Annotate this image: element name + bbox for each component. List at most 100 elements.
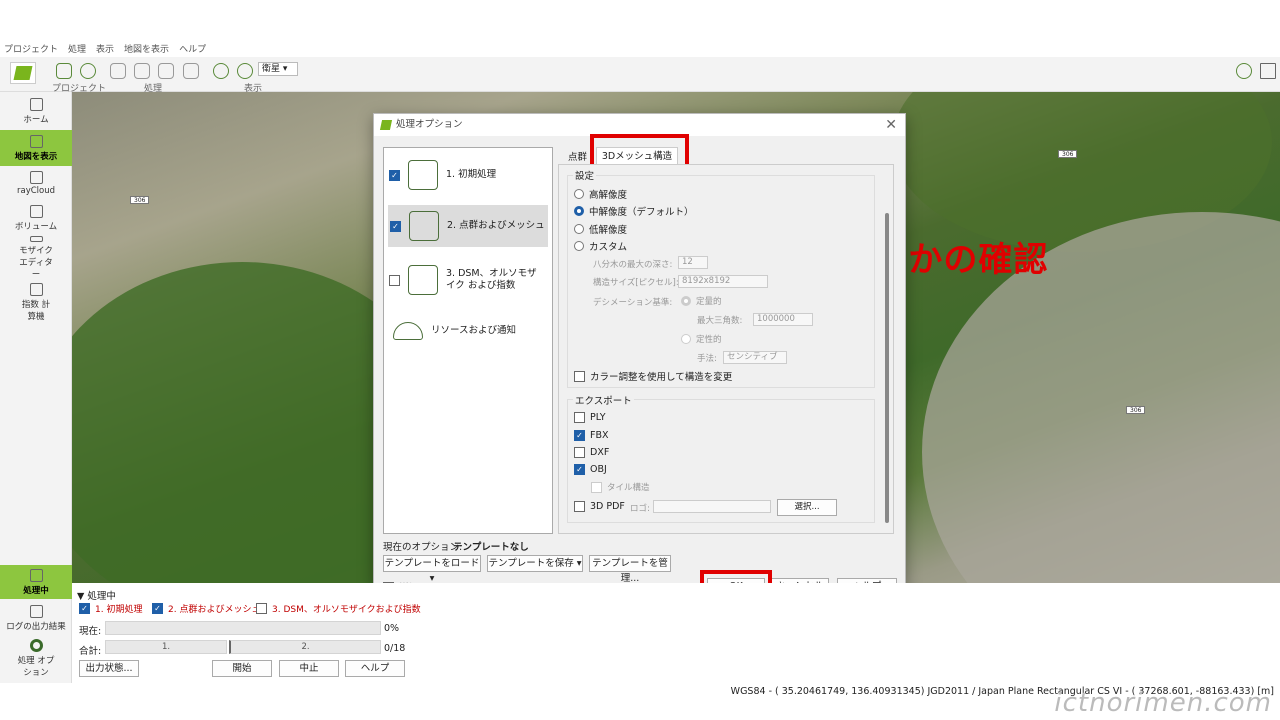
checkbox[interactable] xyxy=(574,370,585,382)
option-qualitative[interactable]: 定性的 xyxy=(681,333,722,345)
scrollbar[interactable] xyxy=(885,213,889,523)
process-repeat-icon[interactable] xyxy=(183,63,199,79)
option-medium-res[interactable]: 中解像度（デフォルト） xyxy=(574,204,694,218)
step-list: ✓ 1. 初期処理 ✓ 2. 点群およびメッシュ 3. DSM、オルソモザイク … xyxy=(383,147,553,534)
raycloud-icon xyxy=(29,170,43,184)
close-icon[interactable]: ✕ xyxy=(885,117,897,133)
export-3d-pdf[interactable]: 3D PDF xyxy=(574,501,625,512)
export-ply[interactable]: PLY xyxy=(574,412,606,423)
help-button-processing[interactable]: ヘルプ xyxy=(345,660,405,677)
manage-template-button[interactable]: テンプレートを管理... xyxy=(589,555,671,584)
zoom-in-icon[interactable] xyxy=(213,63,229,79)
zoom-out-icon[interactable] xyxy=(237,63,253,79)
max-triangles-spinbox[interactable]: 1000000 xyxy=(753,313,813,326)
window-icon[interactable] xyxy=(1260,63,1276,79)
checkbox-label: DXF xyxy=(590,447,610,458)
menu-process[interactable]: 処理 xyxy=(68,42,86,55)
export-fbx[interactable]: ✓ FBX xyxy=(574,430,609,441)
step-dsm-ortho[interactable]: 3. DSM、オルソモザイク および指数 xyxy=(389,260,547,300)
radio[interactable] xyxy=(681,296,691,306)
option-quantitative[interactable]: 定量的 xyxy=(681,295,722,307)
checkbox[interactable] xyxy=(591,481,602,493)
pix4d-logo-small xyxy=(379,120,393,130)
crosshair-icon[interactable] xyxy=(80,63,96,79)
sidebar-item-label: ログの出力結果 xyxy=(6,621,66,632)
texture-size-select[interactable]: 8192x8192 xyxy=(678,275,768,288)
volume-icon xyxy=(29,204,43,218)
processing-step-3[interactable]: 3. DSM、オルソモザイクおよび指数 xyxy=(256,602,421,615)
menu-view[interactable]: 表示 xyxy=(96,42,114,55)
sidebar-item-map-view[interactable]: 地図を表示 xyxy=(0,130,72,166)
checkbox[interactable] xyxy=(574,501,585,512)
sidebar-item-processing-options[interactable]: 処理 オプション xyxy=(0,636,72,680)
menu-project[interactable]: プロジェクト xyxy=(4,42,58,55)
logo-path-field[interactable] xyxy=(653,500,771,513)
browse-button[interactable]: 選択... xyxy=(777,499,837,516)
step-point-cloud-mesh[interactable]: ✓ 2. 点群およびメッシュ xyxy=(388,205,548,247)
stop-button[interactable]: 中止 xyxy=(279,660,339,677)
radio[interactable] xyxy=(574,206,584,216)
load-template-button[interactable]: テンプレートをロード ▾ xyxy=(383,555,481,584)
export-obj[interactable]: ✓ OBJ xyxy=(574,464,607,475)
option-low-res[interactable]: 低解像度 xyxy=(574,222,627,236)
processing-header[interactable]: ▼ 処理中 xyxy=(77,588,116,602)
user-icon[interactable] xyxy=(1236,63,1252,79)
step-checkbox[interactable]: ✓ xyxy=(390,220,401,232)
sidebar-item-raycloud[interactable]: rayCloud xyxy=(0,166,72,200)
menu-bar: プロジェクト 処理 表示 地図を表示 ヘルプ xyxy=(0,40,1280,57)
basemap-select[interactable]: 衛星 ▾ xyxy=(258,62,298,76)
radio[interactable] xyxy=(574,224,584,234)
step-label: 2. 点群およびメッシュ xyxy=(447,220,545,231)
process-run-icon[interactable] xyxy=(158,63,174,79)
octree-row: 八分木の最大の深さ: xyxy=(593,258,672,270)
checkbox[interactable]: ✓ xyxy=(79,603,90,614)
export-tiled[interactable]: タイル構造 xyxy=(591,481,650,493)
output-status-button[interactable]: 出力状態... xyxy=(79,660,139,677)
octree-spinbox[interactable]: 12 xyxy=(678,256,708,269)
processing-options-dialog: 処理オプション ✕ ✓ 1. 初期処理 ✓ 2. 点群およびメッシュ 3. DS… xyxy=(373,113,906,606)
radio[interactable] xyxy=(574,189,584,199)
step-resources[interactable]: リソースおよび通知 xyxy=(389,316,547,346)
step-initial-processing[interactable]: ✓ 1. 初期処理 xyxy=(389,156,547,194)
checkbox[interactable]: ✓ xyxy=(152,603,163,614)
sidebar-item-log[interactable]: ログの出力結果 xyxy=(0,602,72,634)
max-tri-label: 最大三角数: xyxy=(697,316,743,326)
processing-step-2[interactable]: ✓ 2. 点群およびメッシュ xyxy=(152,602,260,615)
export-dxf[interactable]: DXF xyxy=(574,447,609,458)
current-option-label: 現在のオプション: xyxy=(383,542,463,553)
checkbox-label: 1. 初期処理 xyxy=(95,605,143,615)
sidebar-item-home[interactable]: ホーム xyxy=(0,92,72,130)
save-template-button[interactable]: テンプレートを保存 ▾ xyxy=(487,555,583,572)
checkbox[interactable]: ✓ xyxy=(574,464,585,475)
process-box-icon[interactable] xyxy=(134,63,150,79)
sidebar-item-index-calculator[interactable]: 指数 計算機 xyxy=(0,280,72,324)
sidebar-item-mosaic-editor[interactable]: モザイク エディター xyxy=(0,236,72,280)
decimation-label: デシメーション基準: xyxy=(593,298,673,308)
checkbox[interactable] xyxy=(574,447,585,458)
option-custom[interactable]: カスタム xyxy=(574,239,627,253)
radio-label: 定性的 xyxy=(696,335,722,345)
menu-help[interactable]: ヘルプ xyxy=(179,42,206,55)
radio[interactable] xyxy=(574,241,584,251)
logo-label: ロゴ: xyxy=(630,504,650,514)
step-checkbox[interactable]: ✓ xyxy=(389,169,400,181)
sidebar-item-processing[interactable]: 処理中 xyxy=(0,565,72,599)
checkbox[interactable] xyxy=(574,412,585,423)
project-icon[interactable] xyxy=(56,63,72,79)
color-balance-option[interactable]: カラー調整を使用して構造を変更 xyxy=(574,369,732,383)
radio[interactable] xyxy=(681,334,691,344)
menu-map-view[interactable]: 地図を表示 xyxy=(124,42,169,55)
process-check-icon[interactable] xyxy=(110,63,126,79)
method-select[interactable]: センシティブ xyxy=(723,351,787,364)
checkbox[interactable]: ✓ xyxy=(574,430,585,441)
processing-step-1[interactable]: ✓ 1. 初期処理 xyxy=(79,602,142,615)
decimation-row: デシメーション基準: xyxy=(593,296,672,308)
checkbox[interactable] xyxy=(256,603,267,614)
checkbox-label: カラー調整を使用して構造を変更 xyxy=(590,372,733,383)
option-high-res[interactable]: 高解像度 xyxy=(574,187,627,201)
step-checkbox[interactable] xyxy=(389,274,400,286)
texture-label: 構造サイズ[ピクセル]: xyxy=(593,278,679,288)
sidebar-item-volume[interactable]: ボリューム xyxy=(0,200,72,236)
start-button[interactable]: 開始 xyxy=(212,660,272,677)
current-progress-bar xyxy=(105,621,381,635)
